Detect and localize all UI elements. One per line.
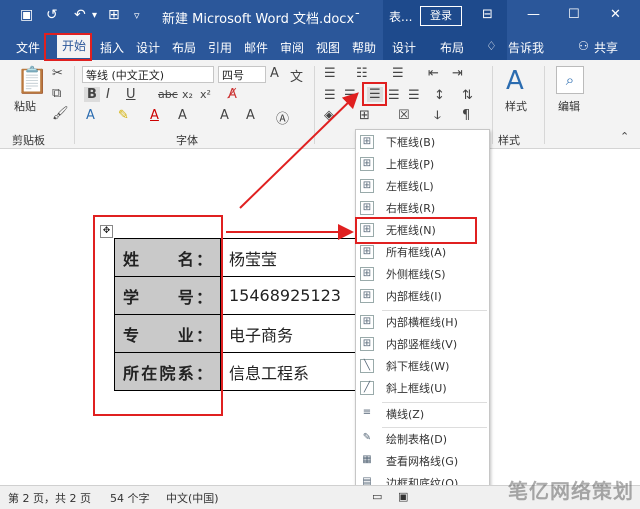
annotation-arrows <box>226 92 359 240</box>
watermark: 笔亿网络策划 <box>508 479 634 503</box>
arrow-to-borders <box>239 92 359 209</box>
